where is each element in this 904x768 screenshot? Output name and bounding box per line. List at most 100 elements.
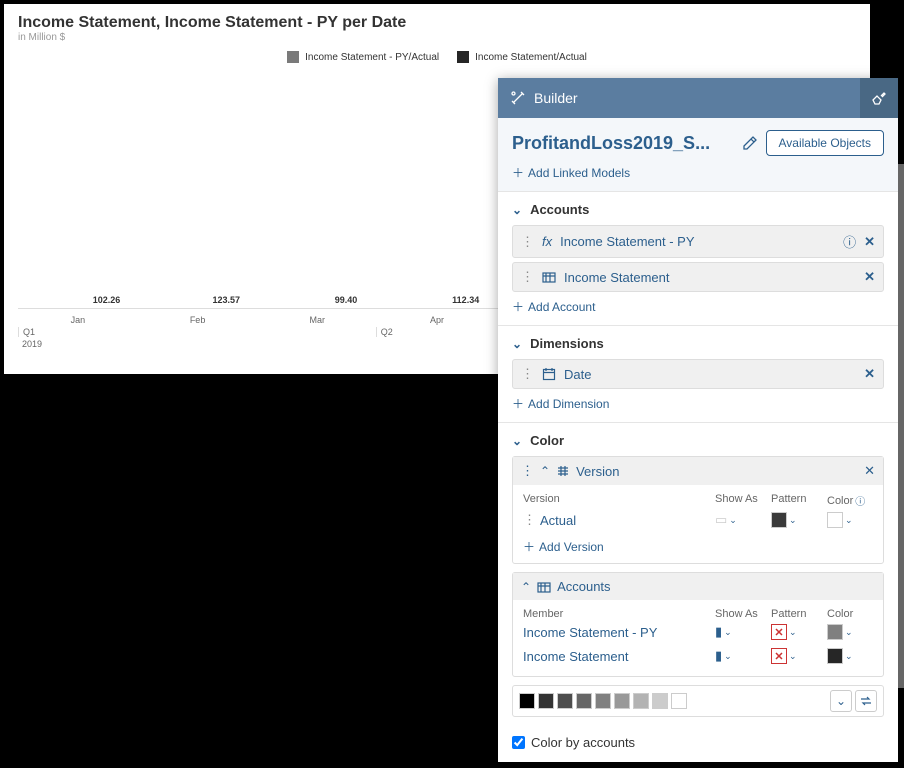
- version-row-actual: ⋮Actual ▭⌄ ⌄ ⌄: [523, 508, 873, 532]
- color-by-accounts-checkbox[interactable]: [512, 736, 525, 749]
- member-name[interactable]: Income Statement: [523, 649, 629, 664]
- version-name[interactable]: Actual: [540, 513, 576, 528]
- remove-icon[interactable]: ✕: [864, 269, 875, 285]
- add-dimension[interactable]: ＋ Add Dimension: [512, 395, 884, 412]
- palette-swatch[interactable]: [557, 693, 573, 709]
- add-linked-models[interactable]: ＋ Add Linked Models: [512, 164, 884, 181]
- chevron-down-icon[interactable]: ⌄: [845, 627, 853, 638]
- builder-panel: Builder ProfitandLoss2019_S... Available…: [498, 78, 898, 762]
- info-icon[interactable]: ⓘ: [855, 493, 865, 508]
- add-version-label: Add Version: [539, 540, 604, 554]
- account-chip-py[interactable]: ⋮ fx Income Statement - PY ⓘ ✕: [512, 225, 884, 258]
- drag-handle-icon[interactable]: ⋮: [521, 463, 534, 479]
- palette-swatch[interactable]: [576, 693, 592, 709]
- col-pattern: Pattern: [771, 608, 827, 620]
- month-label: Mar: [257, 315, 377, 325]
- pattern-none-icon[interactable]: ✕: [771, 624, 787, 640]
- dimension-label: Date: [564, 367, 856, 382]
- palette-swatch[interactable]: [652, 693, 668, 709]
- chevron-down-icon[interactable]: ⌄: [789, 515, 797, 526]
- palette-swatch[interactable]: [519, 693, 535, 709]
- col-showas: Show As: [715, 493, 771, 508]
- styling-toggle[interactable]: [860, 78, 898, 118]
- color-swatch[interactable]: [827, 512, 843, 528]
- accounts-section: ⌄ Accounts ⋮ fx Income Statement - PY ⓘ …: [498, 192, 898, 326]
- color-swatch[interactable]: [827, 624, 843, 640]
- account-label: Income Statement: [564, 270, 856, 285]
- chevron-down-icon[interactable]: ⌄: [729, 515, 737, 526]
- showas-bar-icon[interactable]: ▮: [715, 648, 722, 664]
- color-section: ⌄ Color ⋮ ⌃ Version ✕ Version Show As Pa…: [498, 423, 898, 727]
- palette-swatch[interactable]: [671, 693, 687, 709]
- available-objects-button[interactable]: Available Objects: [766, 130, 885, 156]
- member-name[interactable]: Income Statement - PY: [523, 625, 657, 640]
- color-title: Color: [530, 433, 564, 448]
- info-icon[interactable]: ⓘ: [843, 232, 856, 251]
- showas-bar-icon[interactable]: ▮: [715, 624, 722, 640]
- col-color: Color: [827, 495, 853, 507]
- tools-icon: [510, 90, 526, 106]
- remove-icon[interactable]: ✕: [864, 366, 875, 382]
- chevron-up-icon[interactable]: ⌃: [540, 464, 550, 478]
- palette-swatch[interactable]: [538, 693, 554, 709]
- legend-item-py[interactable]: Income Statement - PY/Actual: [287, 51, 439, 63]
- chevron-down-icon[interactable]: ⌄: [512, 337, 522, 351]
- member-row-is: Income Statement ▮⌄ ✕⌄ ⌄: [523, 644, 873, 668]
- drag-handle-icon[interactable]: ⋮: [521, 269, 534, 285]
- scrollbar[interactable]: [898, 164, 904, 688]
- color-by-accounts-row[interactable]: Color by accounts: [512, 735, 884, 750]
- legend-item-actual[interactable]: Income Statement/Actual: [457, 51, 587, 63]
- add-version[interactable]: ＋ Add Version: [523, 538, 873, 555]
- legend-swatch-actual: [457, 51, 469, 63]
- member-row-py: Income Statement - PY ▮⌄ ✕⌄ ⌄: [523, 620, 873, 644]
- remove-icon[interactable]: ✕: [864, 234, 875, 250]
- remove-icon[interactable]: ✕: [864, 463, 875, 479]
- month-label: Jan: [18, 315, 138, 325]
- account-chip-is[interactable]: ⋮ Income Statement ✕: [512, 262, 884, 292]
- showas-icon[interactable]: ▭: [715, 512, 727, 528]
- col-showas: Show As: [715, 608, 771, 620]
- account-icon: [542, 270, 556, 284]
- add-account[interactable]: ＋ Add Account: [512, 298, 884, 315]
- plus-icon: ＋: [512, 298, 524, 315]
- dimensions-section: ⌄ Dimensions ⋮ Date ✕ ＋ Add Dimension: [498, 326, 898, 423]
- bar-value-label: 123.57: [212, 295, 240, 305]
- bar-value-label: 99.40: [335, 295, 358, 305]
- chevron-down-icon[interactable]: ⌄: [724, 651, 732, 662]
- chevron-down-icon[interactable]: ⌄: [512, 203, 522, 217]
- palette-swatch[interactable]: [633, 693, 649, 709]
- edit-model-icon[interactable]: [742, 135, 758, 151]
- legend-swatch-py: [287, 51, 299, 63]
- chevron-down-icon[interactable]: ⌄: [845, 651, 853, 662]
- chevron-down-icon[interactable]: ⌄: [789, 651, 797, 662]
- color-swatch[interactable]: [827, 648, 843, 664]
- calendar-icon: [542, 367, 556, 381]
- chevron-up-icon[interactable]: ⌃: [521, 580, 531, 594]
- dimension-chip-date[interactable]: ⋮ Date ✕: [512, 359, 884, 389]
- chevron-down-icon[interactable]: ⌄: [512, 434, 522, 448]
- col-member: Member: [523, 608, 715, 620]
- model-name[interactable]: ProfitandLoss2019_S...: [512, 133, 734, 154]
- chevron-down-icon[interactable]: ⌄: [724, 627, 732, 638]
- drag-handle-icon[interactable]: ⋮: [523, 512, 536, 528]
- month-label: Feb: [138, 315, 258, 325]
- color-accounts-block: ⌃ Accounts Member Show As Pattern Color …: [512, 572, 884, 677]
- version-icon: [556, 464, 570, 478]
- chevron-down-icon[interactable]: ⌄: [789, 627, 797, 638]
- fx-icon: fx: [542, 234, 552, 249]
- palette-swatch[interactable]: [595, 693, 611, 709]
- pattern-swatch[interactable]: [771, 512, 787, 528]
- col-version: Version: [523, 493, 715, 508]
- q1-label: Q1: [18, 327, 376, 337]
- palette-expand-button[interactable]: ⌄: [830, 690, 852, 712]
- accounts-head-label: Accounts: [557, 579, 875, 594]
- drag-handle-icon[interactable]: ⋮: [521, 234, 534, 250]
- chart-subtitle: in Million $: [4, 32, 870, 43]
- drag-handle-icon[interactable]: ⋮: [521, 366, 534, 382]
- account-label: Income Statement - PY: [560, 234, 835, 249]
- builder-title: Builder: [534, 90, 860, 106]
- pattern-none-icon[interactable]: ✕: [771, 648, 787, 664]
- palette-swap-button[interactable]: [855, 690, 877, 712]
- palette-swatch[interactable]: [614, 693, 630, 709]
- chevron-down-icon[interactable]: ⌄: [845, 515, 853, 526]
